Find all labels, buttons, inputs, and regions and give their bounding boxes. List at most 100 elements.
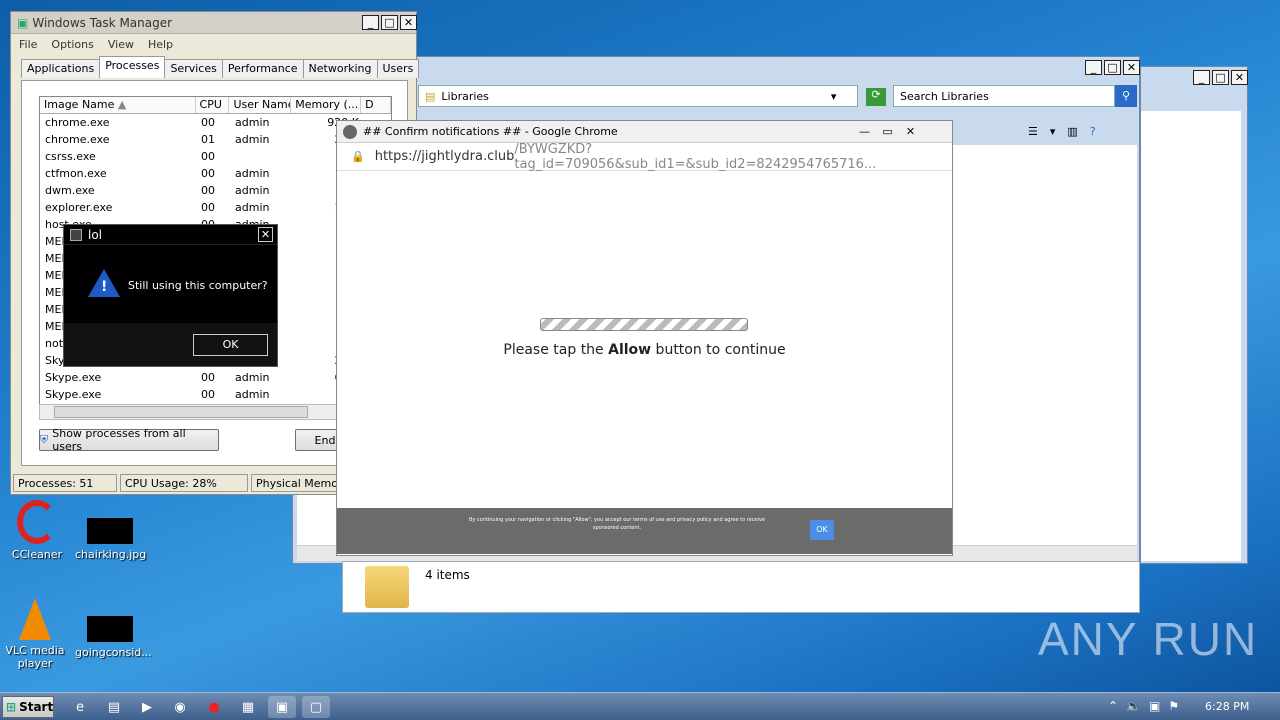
address-bar[interactable]: ▤ Libraries ▾	[418, 85, 858, 107]
chevron-down-icon[interactable]: ▾	[831, 90, 837, 103]
menu-view[interactable]: View	[108, 38, 134, 51]
desktop-icon-vlc[interactable]: VLC media player	[0, 598, 70, 670]
flag-icon[interactable]: ⚑	[1168, 699, 1179, 713]
task-manager-titlebar[interactable]: ▣ Windows Task Manager _ □ ✕	[11, 12, 417, 34]
cell-user-name: admin	[235, 371, 270, 384]
window-controls: _ □ ✕	[1193, 70, 1248, 85]
explorer-window-back: _ □ ✕	[1140, 66, 1248, 564]
notepad-icon[interactable]: ▦	[234, 696, 262, 718]
menu-file[interactable]: File	[19, 38, 37, 51]
toolbar-icons: ☰ ▾ ▥ ?	[1028, 120, 1138, 142]
task-manager-taskbar-icon[interactable]: ▣	[268, 696, 296, 718]
chrome-titlebar[interactable]: ## Confirm notifications ## - Google Chr…	[337, 121, 952, 143]
maximize-button[interactable]: □	[1212, 70, 1229, 85]
minimize-button[interactable]: _	[362, 15, 379, 30]
desktop-icon-goingconsid[interactable]: goingconsid...	[75, 616, 152, 659]
cell-user-name: admin	[235, 133, 270, 146]
view-icon[interactable]: ☰	[1028, 125, 1038, 138]
close-button[interactable]: ✕	[1123, 60, 1140, 75]
file-icon	[87, 616, 133, 642]
search-placeholder: Search Libraries	[900, 89, 989, 103]
app-taskbar-icon[interactable]: ▢	[302, 696, 330, 718]
col-user-name[interactable]: User Name	[229, 97, 292, 113]
minimize-button[interactable]: _	[1085, 60, 1102, 75]
lol-dialog-titlebar[interactable]: lol ✕	[64, 225, 277, 245]
tray-expand-icon[interactable]: ⌃	[1108, 699, 1118, 713]
cell-cpu: 00	[201, 371, 215, 384]
tab-processes[interactable]: Processes	[99, 56, 166, 78]
cell-user-name: admin	[235, 201, 270, 214]
chrome-popup-window: ## Confirm notifications ## - Google Chr…	[336, 120, 953, 556]
col-cpu[interactable]: CPU	[196, 97, 230, 113]
close-button[interactable]: ✕	[902, 124, 919, 139]
chevron-down-icon[interactable]: ▾	[1050, 125, 1056, 138]
preview-pane-icon[interactable]: ▥	[1067, 125, 1077, 138]
start-button[interactable]: ⊞ Start	[2, 696, 54, 718]
menu-options[interactable]: Options	[51, 38, 93, 51]
allow-message-pre: Please tap the	[503, 342, 609, 358]
tab-applications[interactable]: Applications	[21, 59, 101, 78]
clock[interactable]: 6:28 PM	[1205, 700, 1249, 713]
system-tray: ⌃ 🔈 ▣ ⚑	[1108, 699, 1179, 713]
minimize-button[interactable]: _	[1193, 70, 1210, 85]
vlc-icon	[19, 598, 51, 640]
url-host: https://jightlydra.club	[374, 149, 515, 164]
cell-user-name: admin	[235, 184, 270, 197]
close-button[interactable]: ✕	[400, 15, 417, 30]
items-count: 4 items	[425, 568, 470, 582]
tab-networking[interactable]: Networking	[302, 59, 378, 78]
cell-image-name: Skype.exe	[45, 388, 102, 401]
url-bar[interactable]: 🔒 https://jightlydra.club/BYWGZKD?tag_id…	[337, 142, 952, 172]
end-process-label: End	[314, 433, 336, 447]
lol-dialog-message: Still using this computer?	[128, 279, 268, 292]
close-button[interactable]: ✕	[1231, 70, 1248, 85]
help-icon[interactable]: ?	[1090, 125, 1096, 138]
desktop-icon-label: VLC media player	[5, 644, 65, 670]
chrome-icon[interactable]: ◉	[166, 696, 194, 718]
desktop-icon-ccleaner[interactable]: CCleaner	[2, 500, 72, 561]
sort-up-icon: ▲	[117, 98, 127, 111]
cell-image-name: chrome.exe	[45, 133, 110, 146]
tab-performance[interactable]: Performance	[221, 59, 304, 78]
opera-icon[interactable]: ●	[200, 696, 228, 718]
windows-logo-icon: ⊞	[6, 700, 17, 714]
explorer-icon[interactable]: ▤	[100, 696, 128, 718]
chrome-title: ## Confirm notifications ## - Google Chr…	[363, 125, 618, 138]
ie-icon[interactable]: e	[66, 696, 94, 718]
consent-ok-button[interactable]: OK	[810, 520, 834, 540]
col-image-name[interactable]: Image Name ▲	[40, 97, 196, 113]
menu-help[interactable]: Help	[148, 38, 173, 51]
task-manager-title: Windows Task Manager	[32, 15, 173, 30]
lol-ok-button[interactable]: OK	[193, 334, 268, 356]
allow-message-bold: Allow	[608, 342, 652, 358]
cell-user-name: admin	[235, 388, 270, 401]
speaker-icon[interactable]: 🔈	[1126, 699, 1141, 713]
maximize-button[interactable]: □	[1104, 60, 1121, 75]
network-icon[interactable]: ▣	[1149, 699, 1160, 713]
tab-services[interactable]: Services	[164, 59, 223, 78]
col-description[interactable]: D	[361, 97, 391, 113]
close-icon[interactable]: ✕	[258, 227, 273, 242]
tab-users[interactable]: Users	[376, 59, 420, 78]
restore-button[interactable]: ▭	[879, 124, 896, 139]
cell-cpu: 00	[201, 201, 215, 214]
maximize-button[interactable]: □	[381, 15, 398, 30]
desktop-icon-chairking[interactable]: chairking.jpg	[75, 518, 146, 561]
search-input[interactable]: Search Libraries	[893, 85, 1115, 107]
refresh-icon[interactable]: ⟳	[866, 88, 886, 106]
cell-image-name: chrome.exe	[45, 116, 110, 129]
window-controls: _ □ ✕	[1085, 60, 1140, 75]
process-list-header: Image Name ▲ CPU User Name Memory (... D	[40, 97, 391, 114]
cell-cpu: 00	[201, 150, 215, 163]
col-memory[interactable]: Memory (...	[291, 97, 362, 113]
minimize-button[interactable]: —	[856, 124, 873, 139]
search-icon[interactable]: ⚲	[1115, 85, 1137, 107]
ccleaner-icon	[17, 500, 57, 544]
media-player-icon[interactable]: ▶	[133, 696, 161, 718]
breadcrumb[interactable]: Libraries	[441, 90, 489, 103]
show-all-processes-button[interactable]: ⛨ Show processes from all users	[39, 427, 219, 453]
cell-image-name: explorer.exe	[45, 201, 113, 214]
loading-progress-bar	[540, 318, 748, 331]
scrollbar-thumb[interactable]	[54, 406, 308, 418]
desktop-icon-label: CCleaner	[11, 548, 63, 561]
